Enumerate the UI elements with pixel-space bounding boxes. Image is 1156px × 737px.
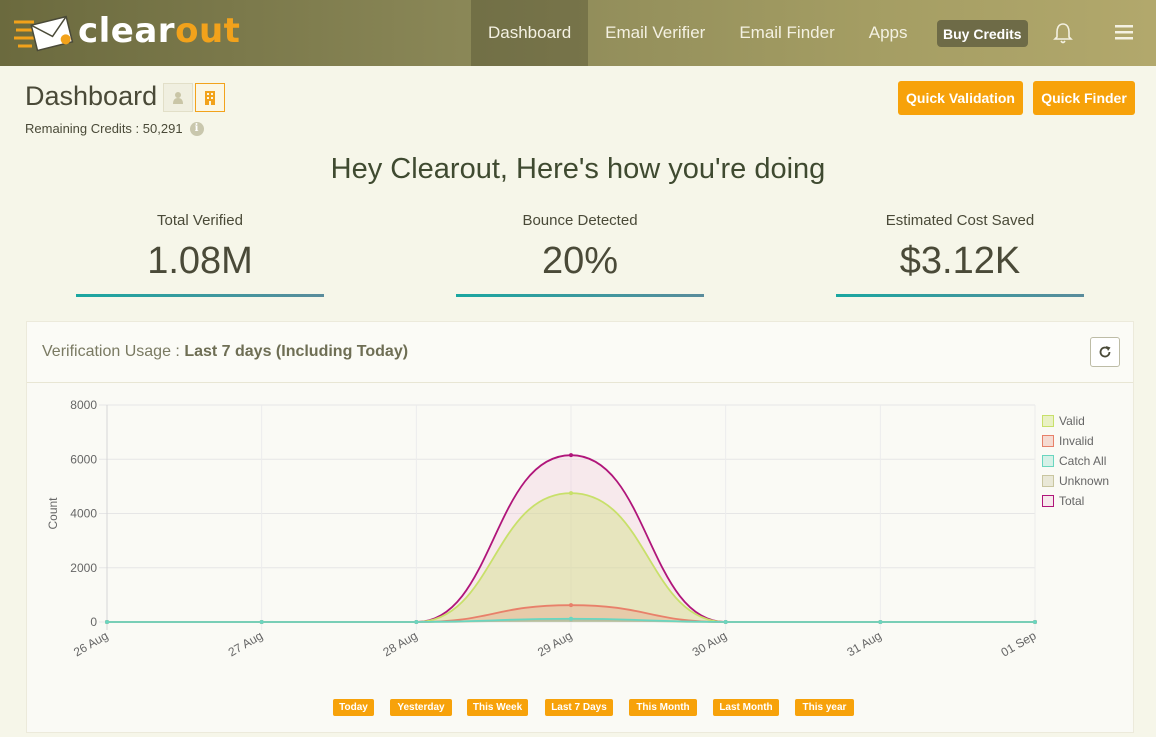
data-point-catch-all xyxy=(414,620,419,624)
stat-underline xyxy=(836,294,1084,297)
legend-swatch xyxy=(1042,455,1054,467)
page-title: Dashboard xyxy=(25,81,158,111)
x-tick-label: 01 Sep xyxy=(999,628,1039,659)
envelope-logo-icon xyxy=(14,15,74,52)
card-title-prefix: Verification Usage : xyxy=(42,343,180,360)
card-title-range: Last 7 days (Including Today) xyxy=(184,343,409,360)
main-nav: Dashboard Email Verifier Email Finder Ap… xyxy=(471,0,924,66)
nav-email-verifier[interactable]: Email Verifier xyxy=(588,0,722,66)
quick-finder-button[interactable]: Quick Finder xyxy=(1033,81,1135,115)
stat-bounce-detected: Bounce Detected 20% xyxy=(456,212,704,297)
brand-wordmark: clearout xyxy=(78,11,241,51)
nav-dashboard[interactable]: Dashboard xyxy=(471,0,589,66)
y-tick-label: 6000 xyxy=(70,452,97,466)
quick-validation-button[interactable]: Quick Validation xyxy=(898,81,1023,115)
range-last-7-days-button[interactable]: Last 7 Days xyxy=(545,699,613,716)
legend-item-unknown[interactable]: Unknown xyxy=(1042,471,1109,491)
legend-item-valid[interactable]: Valid xyxy=(1042,411,1109,431)
data-point-catch-all xyxy=(259,620,264,624)
legend-swatch xyxy=(1042,435,1054,447)
x-tick-label: 28 Aug xyxy=(380,628,419,659)
data-point-catch-all xyxy=(878,620,883,624)
top-navbar: clearout Dashboard Email Verifier Email … xyxy=(0,0,1156,66)
data-point-catch-all xyxy=(1033,620,1037,624)
card-header: Verification Usage : Last 7 days (Includ… xyxy=(27,322,1133,383)
x-tick-label: 31 Aug xyxy=(844,628,883,659)
range-last-month-button[interactable]: Last Month xyxy=(713,699,779,716)
legend-swatch xyxy=(1042,415,1054,427)
card-title: Verification Usage : Last 7 days (Includ… xyxy=(42,343,408,361)
legend-item-total[interactable]: Total xyxy=(1042,491,1109,511)
remaining-credits-label: Remaining Credits : xyxy=(25,121,140,136)
legend-swatch xyxy=(1042,495,1054,507)
stat-value: 20% xyxy=(541,240,619,282)
data-point-total xyxy=(569,453,573,458)
range-today-button[interactable]: Today xyxy=(333,699,374,716)
organization-view-toggle[interactable] xyxy=(195,83,225,112)
legend-item-invalid[interactable]: Invalid xyxy=(1042,431,1109,451)
remaining-credits: Remaining Credits : 50,291 i xyxy=(25,121,204,136)
legend-label: Unknown xyxy=(1059,474,1110,488)
stat-label: Estimated Cost Saved xyxy=(885,212,1035,229)
series-area-valid xyxy=(107,493,1035,622)
stat-value: $3.12K xyxy=(899,240,1021,282)
legend-swatch xyxy=(1042,475,1054,487)
usage-chart: 0 2000 4000 6000 8000 Count 26 Aug 27 Aug 28 Aug… xyxy=(46,398,1039,660)
y-tick-label: 2000 xyxy=(70,561,97,575)
data-point-catch-all xyxy=(723,620,728,624)
nav-apps[interactable]: Apps xyxy=(852,0,925,66)
data-point-catch-all xyxy=(569,616,573,621)
brand-logo[interactable]: clearout xyxy=(14,10,240,56)
range-this-week-button[interactable]: This Week xyxy=(467,699,528,716)
y-tick-label: 0 xyxy=(90,615,97,629)
person-icon xyxy=(173,91,183,104)
remaining-credits-value: 50,291 xyxy=(142,121,183,136)
stat-underline xyxy=(456,294,704,297)
nav-email-finder[interactable]: Email Finder xyxy=(722,0,851,66)
info-icon[interactable]: i xyxy=(189,121,204,136)
y-axis-label: Count xyxy=(46,497,60,530)
person-view-toggle[interactable] xyxy=(163,83,193,112)
y-tick-label: 8000 xyxy=(70,398,97,412)
stat-total-verified: Total Verified 1.08M xyxy=(76,212,324,297)
data-point-catch-all xyxy=(105,620,109,624)
x-tick-label: 30 Aug xyxy=(690,628,729,659)
stat-label: Bounce Detected xyxy=(522,212,638,229)
range-yesterday-button[interactable]: Yesterday xyxy=(390,699,452,716)
stat-underline xyxy=(76,294,324,297)
legend-label: Catch All xyxy=(1059,454,1107,468)
range-this-year-button[interactable]: This year xyxy=(795,699,854,716)
data-point-valid xyxy=(569,491,573,496)
refresh-button[interactable] xyxy=(1090,337,1120,367)
hamburger-menu-icon[interactable] xyxy=(1115,24,1133,40)
legend-label: Invalid xyxy=(1059,434,1094,448)
refresh-icon xyxy=(1099,346,1111,358)
greeting-heading: Hey Clearout, Here's how you're doing xyxy=(330,153,826,185)
y-tick-label: 4000 xyxy=(70,507,97,521)
x-tick-label: 29 Aug xyxy=(535,628,574,659)
building-icon xyxy=(205,90,215,105)
stat-estimated-cost-saved: Estimated Cost Saved $3.12K xyxy=(836,212,1084,297)
verification-usage-card: Verification Usage : Last 7 days (Includ… xyxy=(26,321,1134,733)
range-this-month-button[interactable]: This Month xyxy=(629,699,697,716)
legend-label: Valid xyxy=(1059,414,1085,428)
date-range-buttons: Today Yesterday This Week Last 7 Days Th… xyxy=(27,699,1135,717)
x-tick-label: 27 Aug xyxy=(226,628,265,659)
stat-value: 1.08M xyxy=(147,240,253,282)
chart-legend: Valid Invalid Catch All Unknown Total xyxy=(1042,411,1109,511)
data-point-invalid xyxy=(569,603,573,608)
stat-label: Total Verified xyxy=(157,212,243,229)
buy-credits-button[interactable]: Buy Credits xyxy=(937,20,1028,47)
bell-icon[interactable] xyxy=(1052,21,1074,45)
x-tick-label: 26 Aug xyxy=(71,628,110,659)
legend-item-catch-all[interactable]: Catch All xyxy=(1042,451,1109,471)
legend-label: Total xyxy=(1059,494,1085,508)
